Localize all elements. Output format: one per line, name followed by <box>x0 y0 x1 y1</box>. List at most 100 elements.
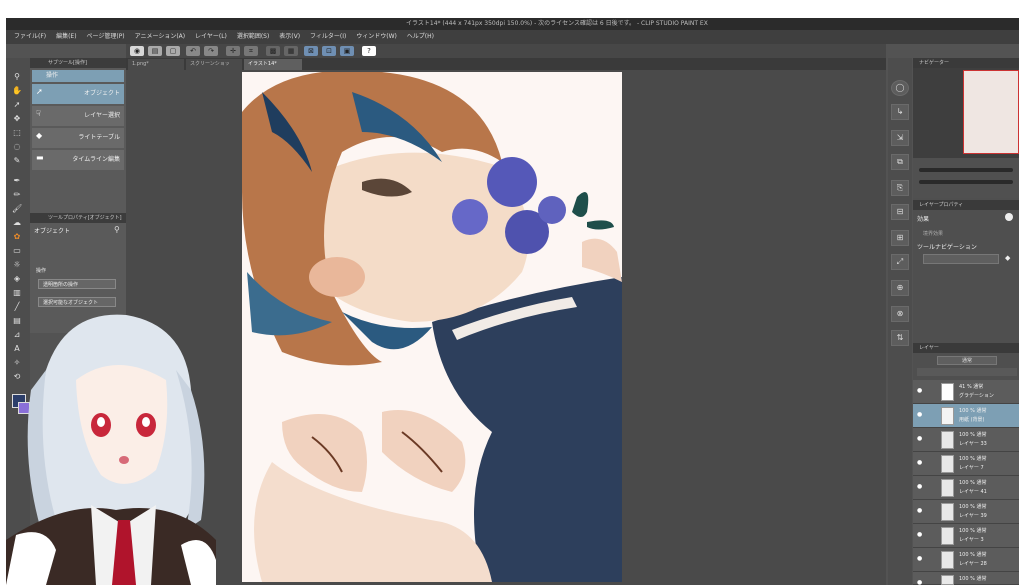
layer-merge-icon[interactable]: ⇲ <box>891 130 909 146</box>
layer-row[interactable]: ● 100 % 通常 レイヤー 28 <box>913 548 1019 572</box>
menu-window[interactable]: ウィンドウ(W) <box>356 30 397 44</box>
sub-tool-header: サブツール[操作] <box>30 58 126 68</box>
layer-name: 用紙 (背景) <box>959 417 985 423</box>
layer-thumbnail <box>941 575 954 585</box>
pen-icon[interactable]: ✒ <box>12 176 22 186</box>
hand-icon[interactable]: ✋ <box>12 86 22 96</box>
sub-tool-light-table[interactable]: ◆ ライトテーブル <box>32 128 124 148</box>
redo-icon[interactable]: ↷ <box>204 46 218 56</box>
help-icon[interactable]: ? <box>362 46 376 56</box>
eye-icon[interactable]: ◉ <box>130 46 144 56</box>
zoom-circle-icon[interactable]: ◯ <box>891 80 909 96</box>
lasso-icon[interactable]: ◌ <box>12 142 22 152</box>
layer-row[interactable]: ● 100 % 通常 レイヤー 7 <box>913 452 1019 476</box>
navigator-thumbnail[interactable] <box>963 70 1019 154</box>
eye-icon[interactable]: ● <box>917 532 923 538</box>
layer-move-icon[interactable]: ⇅ <box>891 330 909 346</box>
layer-row[interactable]: ● 100 % 通常 用紙 (背景) <box>913 404 1019 428</box>
eraser-icon[interactable]: ▭ <box>12 246 22 256</box>
sub-tool-timeline[interactable]: ▬ タイムライン編集 <box>32 150 124 170</box>
layer-ref-icon[interactable]: ⤢ <box>891 254 909 270</box>
layer-copy-icon[interactable]: ⧉ <box>891 154 909 170</box>
eyedropper-icon[interactable]: ✎ <box>12 156 22 166</box>
eye-icon[interactable]: ● <box>917 388 923 394</box>
menu-selection[interactable]: 選択範囲(S) <box>237 30 270 44</box>
pencil-icon[interactable]: ✏ <box>12 190 22 200</box>
undo-icon[interactable]: ↶ <box>186 46 200 56</box>
blend-mode-select[interactable]: 通常 <box>937 356 997 365</box>
menu-page[interactable]: ページ管理(P) <box>86 30 124 44</box>
fill-bucket-icon[interactable]: ◈ <box>12 274 22 284</box>
transparent-operation-select[interactable]: 透明箇所の操作 <box>38 279 116 289</box>
layer-lock-icon[interactable]: ⊟ <box>891 204 909 220</box>
tool-nav-field[interactable] <box>923 254 999 264</box>
drawing-canvas[interactable] <box>242 72 622 582</box>
layer-thumbnail <box>941 431 954 449</box>
effect-toggle[interactable] <box>1005 213 1013 221</box>
grid-snap-icon[interactable]: ▣ <box>340 46 354 56</box>
layer-row[interactable]: ● 100 % 通常 <box>913 572 1019 585</box>
decoration-icon[interactable]: ✿ <box>12 232 22 242</box>
new-icon[interactable]: ▤ <box>148 46 162 56</box>
menu-edit[interactable]: 編集(E) <box>56 30 76 44</box>
menu-filter[interactable]: フィルター(I) <box>310 30 346 44</box>
menu-layer[interactable]: レイヤー(L) <box>195 30 227 44</box>
eye-icon[interactable]: ● <box>917 460 923 466</box>
sub-tool-group[interactable]: 操作 <box>32 70 124 82</box>
tab-1png[interactable]: 1.png* <box>128 59 184 70</box>
layer-row[interactable]: ● 100 % 通常 レイヤー 41 <box>913 476 1019 500</box>
move-icon[interactable]: ✥ <box>12 114 22 124</box>
search-icon[interactable]: ⚲ <box>114 225 120 234</box>
eye-icon[interactable]: ● <box>917 556 923 562</box>
layer-row[interactable]: ● 100 % 通常 レイヤー 39 <box>913 500 1019 524</box>
layer-row[interactable]: ● 100 % 通常 レイヤー 3 <box>913 524 1019 548</box>
layer-select-icon: ☟ <box>36 109 41 118</box>
selectable-object-select[interactable]: 選択可能なオブジェクト <box>38 297 116 307</box>
snap-icon[interactable]: ⊠ <box>304 46 318 56</box>
tab-illust14[interactable]: イラスト14* <box>244 59 302 70</box>
eye-icon[interactable]: ● <box>917 508 923 514</box>
brush-size-strip <box>913 158 1019 198</box>
tab-label: 1.png* <box>132 61 149 67</box>
layer-name: レイヤー 41 <box>959 489 987 495</box>
eye-icon[interactable]: ● <box>917 580 923 585</box>
brush-density-bar[interactable] <box>919 180 1013 184</box>
layer-clip-icon[interactable]: ⎘ <box>891 180 909 196</box>
sub-tool-object[interactable]: ➚ オブジェクト <box>32 84 124 104</box>
sub-tool-layer-select[interactable]: ☟ レイヤー選択 <box>32 106 124 126</box>
layer-row[interactable]: ● 100 % 通常 レイヤー 33 <box>913 428 1019 452</box>
fill-icon[interactable]: ▦ <box>284 46 298 56</box>
eye-icon[interactable]: ● <box>917 436 923 442</box>
brush-icon[interactable]: 🖌 <box>12 204 22 214</box>
select-icon[interactable]: ⬚ <box>12 128 22 138</box>
layer-delete-icon[interactable]: ⊗ <box>891 306 909 322</box>
crop-icon[interactable]: ⌗ <box>244 46 258 56</box>
tab-label: イラスト14* <box>248 61 277 67</box>
tool-nav-expand-icon[interactable]: ◆ <box>1005 254 1010 262</box>
eye-icon[interactable]: ● <box>917 484 923 490</box>
clear-icon[interactable]: ▩ <box>266 46 280 56</box>
brush-size-bar[interactable] <box>919 168 1013 172</box>
transform-icon[interactable]: ✛ <box>226 46 240 56</box>
ruler-snap-icon[interactable]: ⊡ <box>322 46 336 56</box>
object-icon: ➚ <box>36 87 43 96</box>
layer-new-icon[interactable]: ⊕ <box>891 280 909 296</box>
menu-view[interactable]: 表示(V) <box>279 30 300 44</box>
open-icon[interactable]: ▢ <box>166 46 180 56</box>
menu-help[interactable]: ヘルプ(H) <box>407 30 434 44</box>
airbrush-icon[interactable]: ☁ <box>12 218 22 228</box>
layer-mask-icon[interactable]: ⊞ <box>891 230 909 246</box>
eye-icon[interactable]: ● <box>917 412 923 418</box>
layer-row[interactable]: ● 41 % 通常 グラデーション <box>913 380 1019 404</box>
operation-icon[interactable]: ➚ <box>12 100 22 110</box>
layer-op-icon[interactable]: ↳ <box>891 104 909 120</box>
right-panel: ナビゲーター レイヤープロパティ 効果 境界効果 ツールナビゲーション ◆ レイ… <box>913 58 1019 585</box>
tab-screenshot[interactable]: スクリーンショット.png <box>186 59 242 78</box>
menu-file[interactable]: ファイル(F) <box>14 30 46 44</box>
layer-thumbnail <box>941 503 954 521</box>
blend-icon[interactable]: ☼ <box>12 260 22 270</box>
menu-animation[interactable]: アニメーション(A) <box>135 30 186 44</box>
layer-opacity: 41 % 通常 <box>959 384 984 390</box>
gradient-icon[interactable]: ▥ <box>12 288 22 298</box>
zoom-icon[interactable]: ⚲ <box>12 72 22 82</box>
